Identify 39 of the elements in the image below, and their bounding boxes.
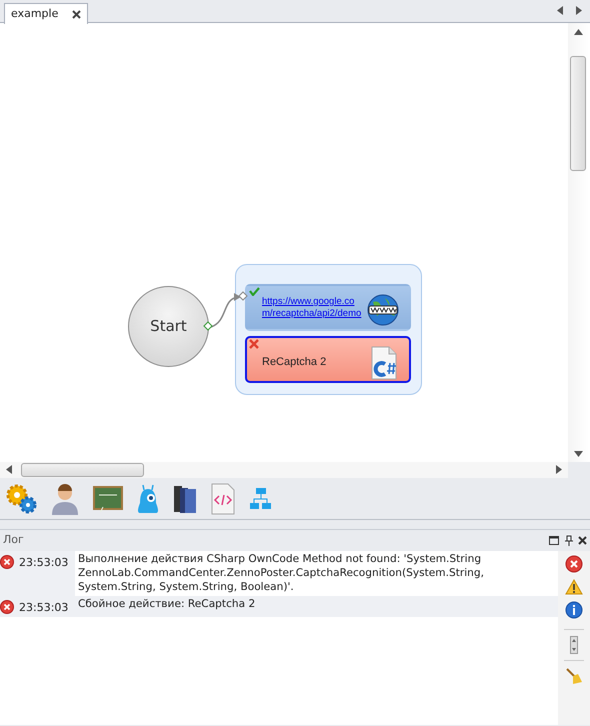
info-filter-icon[interactable] [565,601,583,619]
pin-icon[interactable] [564,535,572,546]
error-filter-icon[interactable] [565,555,583,573]
output-port[interactable] [203,321,213,331]
globe-icon [367,294,399,326]
code-document-icon[interactable] [210,482,236,514]
log-message: Сбойное действие: ReCaptcha 2 [75,596,558,616]
maximize-icon[interactable] [549,536,559,545]
document-tab[interactable]: example [4,3,88,24]
scroll-left-icon[interactable] [6,465,12,474]
input-port[interactable] [238,291,248,301]
close-icon[interactable] [72,10,82,18]
gears-icon[interactable] [5,482,37,514]
chalkboard-icon[interactable] [93,486,123,512]
scroll-up-icon[interactable] [574,29,583,35]
scroll-right-icon[interactable] [556,465,562,474]
scroll-lock-icon[interactable] [570,636,578,654]
log-time: 23:53:03 [19,600,68,616]
person-icon[interactable] [50,482,80,514]
code-action[interactable]: ReCaptcha 2 [245,336,411,383]
action-group[interactable]: https://www.google.co m/recaptcha/api2/demo ReCaptcha 2 [235,264,422,395]
log-time: 23:53:03 [19,555,68,571]
creature-icon[interactable] [136,482,160,514]
scrollbar-thumb[interactable] [570,56,586,171]
scrollbar-thumb[interactable] [21,463,144,477]
csharp-file-icon [369,346,399,380]
broom-icon[interactable] [565,667,583,685]
scroll-left-icon[interactable] [557,6,563,15]
warning-filter-icon[interactable] [565,579,583,595]
open-url-action[interactable]: https://www.google.co m/recaptcha/api2/demo [245,284,411,331]
books-icon[interactable] [173,484,197,514]
close-icon[interactable] [578,536,587,545]
action-label: ReCaptcha 2 [262,355,326,370]
connector-arrow [210,293,241,328]
scroll-right-icon[interactable] [576,6,582,15]
url-link[interactable]: https://www.google.co m/recaptcha/api2/demo [262,296,409,320]
start-node[interactable]: Start [128,286,209,367]
scroll-down-icon[interactable] [574,451,583,457]
panel-title: Лог [3,532,24,548]
